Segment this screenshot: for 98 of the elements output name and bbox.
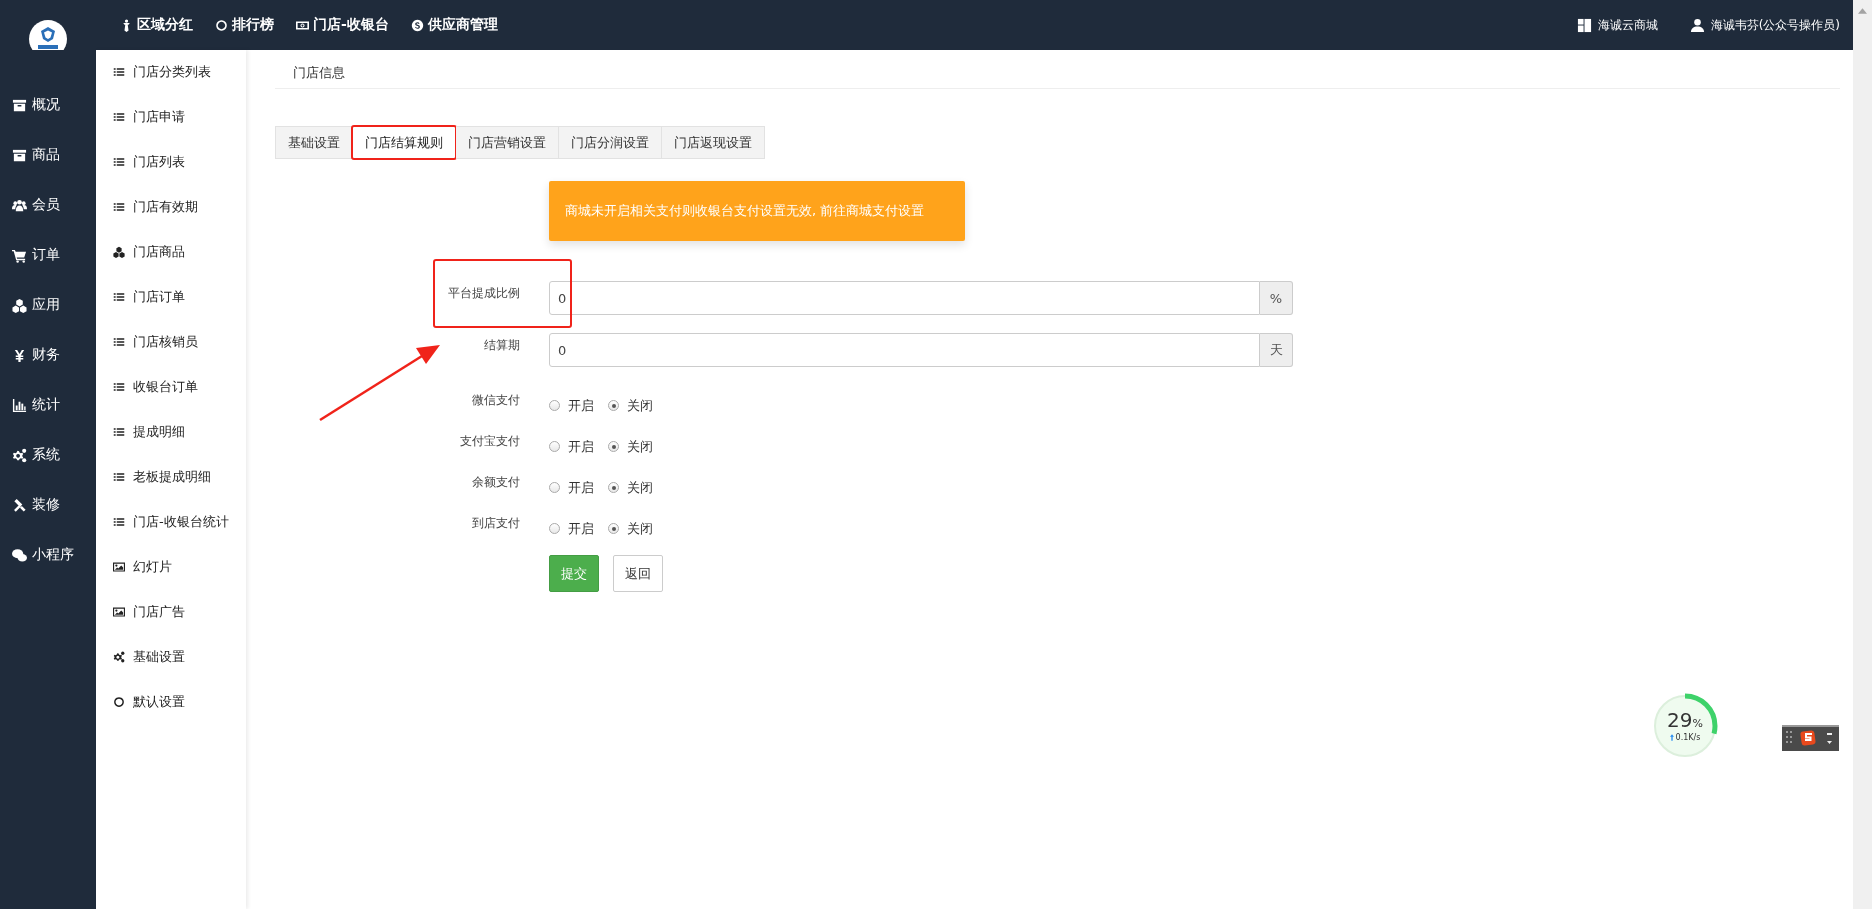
top-right-link[interactable]: 海诚云商城 (1576, 16, 1658, 34)
user-icon (1689, 17, 1705, 33)
tab[interactable]: 基础设置 (275, 126, 353, 159)
yen-icon (12, 347, 27, 363)
tab[interactable]: 门店结算规则 (353, 126, 456, 159)
archive-icon (12, 147, 27, 163)
list-icon (113, 110, 125, 123)
field-label: 平台提成比例 (447, 284, 520, 302)
submenu-item[interactable]: 门店广告 (96, 589, 246, 634)
list-icon (113, 290, 125, 303)
submenu-item[interactable]: 门店分类列表 (96, 50, 246, 94)
sidebar-item[interactable]: 装修 (0, 480, 96, 530)
submenu-item[interactable]: 门店商品 (96, 229, 246, 274)
image-icon (113, 560, 125, 573)
top-nav-link[interactable]: 区域分红 (120, 16, 193, 34)
list-icon (113, 380, 125, 393)
radio-button[interactable] (608, 400, 619, 411)
tab[interactable]: 门店营销设置 (456, 126, 559, 159)
sidebar-item[interactable]: 订单 (0, 230, 96, 280)
radio-label: 开启 (568, 396, 594, 415)
field-label: 余额支付 (471, 474, 520, 491)
input-method-toolbar (1782, 725, 1839, 751)
radio-button[interactable] (549, 523, 560, 534)
top-nav-link[interactable]: 供应商管理 (410, 16, 498, 34)
sidebar-item[interactable]: 系统 (0, 430, 96, 480)
radio-button[interactable] (549, 400, 560, 411)
sidebar-item[interactable]: 统计 (0, 380, 96, 430)
submenu-item[interactable]: 收银台订单 (96, 364, 246, 409)
submenu-item[interactable]: 门店-收银台统计 (96, 499, 246, 544)
radio-label: 开启 (568, 437, 594, 456)
input-addon: % (1260, 281, 1293, 315)
sidebar-item[interactable]: 概况 (0, 80, 96, 130)
list-icon (113, 470, 125, 483)
bar-chart-icon (12, 397, 27, 413)
radio-label: 开启 (568, 519, 594, 538)
submenu-item[interactable]: 提成明细 (96, 409, 246, 454)
submenu-item[interactable]: 老板提成明细 (96, 454, 246, 499)
field-label: 支付宝支付 (459, 433, 520, 450)
radio-label: 开启 (568, 478, 594, 497)
up-arrow-icon (1669, 734, 1674, 741)
speed-text: 0.1K/s (1669, 733, 1701, 742)
scrollbar[interactable] (1853, 0, 1872, 909)
radio-button[interactable] (549, 441, 560, 452)
cubes-icon (113, 245, 125, 258)
submenu-item[interactable]: 基础设置 (96, 634, 246, 679)
list-icon (113, 335, 125, 348)
field-label: 到店支付 (471, 515, 520, 532)
top-nav-link[interactable]: 门店-收银台 (296, 16, 389, 34)
list-icon (113, 155, 125, 168)
radio-button[interactable] (608, 523, 619, 534)
radio-label: 关闭 (627, 437, 653, 456)
sidebar-item[interactable]: 应用 (0, 280, 96, 330)
input-field[interactable]: 0 (549, 333, 1260, 367)
cart-icon (12, 247, 27, 263)
submenu-item[interactable]: 门店申请 (96, 94, 246, 139)
sidebar-item[interactable]: 会员 (0, 180, 96, 230)
radio-label: 关闭 (627, 519, 653, 538)
list-icon (113, 515, 125, 528)
gears-icon (12, 447, 27, 463)
submenu-item[interactable]: 门店核销员 (96, 319, 246, 364)
archive-icon (12, 97, 27, 113)
top-nav-link[interactable]: 排行榜 (215, 16, 274, 34)
banknote-icon (296, 18, 309, 32)
sidebar-item[interactable]: 小程序 (0, 530, 96, 580)
users-icon (12, 197, 27, 213)
grid-icon (1576, 17, 1592, 33)
submenu-item[interactable]: 幻灯片 (96, 544, 246, 589)
radio-button[interactable] (608, 441, 619, 452)
sidebar-item[interactable]: 财务 (0, 330, 96, 380)
top-right-link[interactable]: 海诚韦芬(公众号操作员) (1689, 16, 1840, 34)
tab[interactable]: 门店分润设置 (559, 126, 662, 159)
field-label: 微信支付 (471, 392, 520, 409)
list-icon (113, 425, 125, 438)
radio-button[interactable] (608, 482, 619, 493)
field-label: 结算期 (483, 336, 520, 354)
image-icon (113, 605, 125, 618)
radio-label: 关闭 (627, 396, 653, 415)
input-field[interactable]: 0 (549, 281, 1260, 315)
input-addon: 天 (1260, 333, 1293, 367)
sidebar-item[interactable]: 商品 (0, 130, 96, 180)
cubes-icon (12, 297, 27, 313)
alert-message: 商城未开启相关支付则收银台支付设置无效, 前往商城支付设置 (549, 181, 965, 241)
submenu-item[interactable]: 默认设置 (96, 679, 246, 724)
back-button[interactable]: 返回 (613, 555, 663, 592)
tab[interactable]: 门店返现设置 (662, 126, 765, 159)
breadcrumb: 门店信息 (293, 64, 345, 82)
hammer-icon (12, 497, 27, 513)
submenu-item[interactable]: 门店列表 (96, 139, 246, 184)
gears-icon (113, 650, 125, 663)
chat-icon (12, 547, 27, 563)
list-icon (113, 66, 125, 78)
radio-button[interactable] (549, 482, 560, 493)
radio-label: 关闭 (627, 478, 653, 497)
submenu-item[interactable]: 门店订单 (96, 274, 246, 319)
list-icon (113, 200, 125, 213)
submenu-item[interactable]: 门店有效期 (96, 184, 246, 229)
scroll-up-icon (1858, 8, 1867, 14)
percent-text: 29% (1667, 710, 1703, 730)
